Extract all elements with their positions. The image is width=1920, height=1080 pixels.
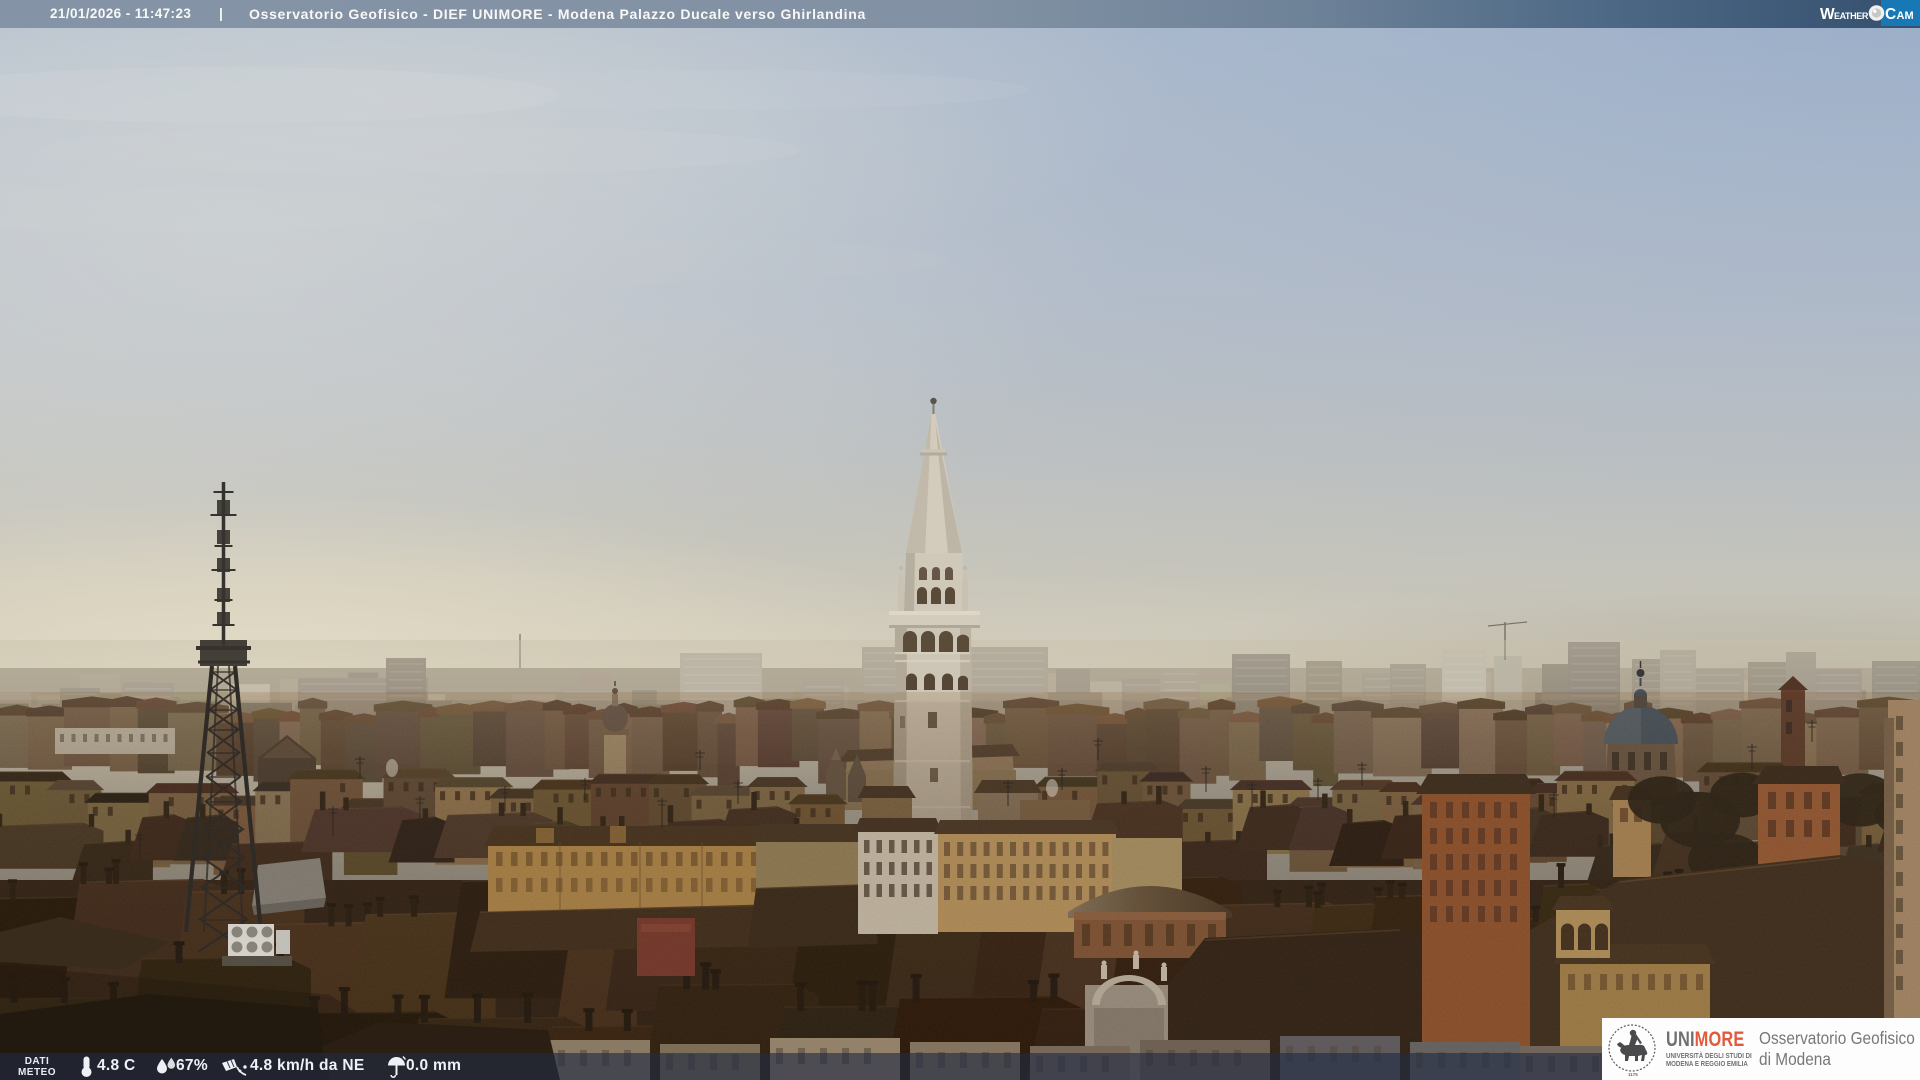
svg-text:AM: AM bbox=[1897, 10, 1914, 22]
svg-text:C: C bbox=[1885, 6, 1896, 23]
svg-text:1175: 1175 bbox=[1628, 1072, 1638, 1077]
svg-text:W: W bbox=[1820, 6, 1835, 23]
svg-text:EATHER: EATHER bbox=[1834, 11, 1869, 21]
